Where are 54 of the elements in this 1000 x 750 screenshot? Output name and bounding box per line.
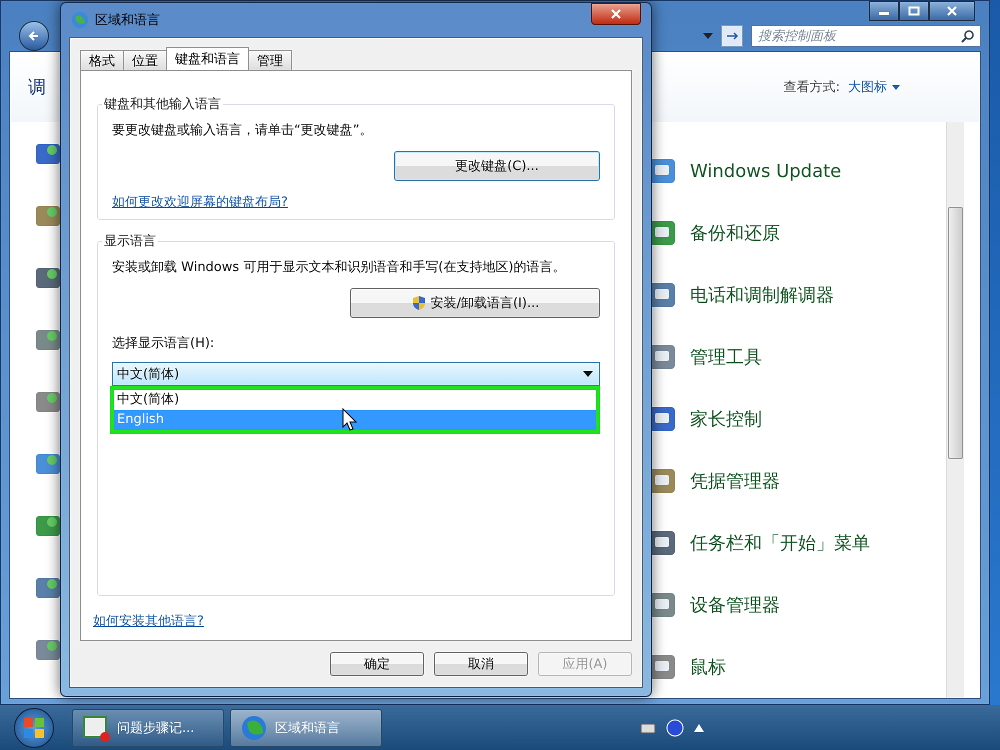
search-field[interactable]: 搜索控制面板 — [751, 25, 981, 47]
close-icon — [946, 6, 958, 16]
refresh-button[interactable] — [721, 25, 743, 47]
applet-link[interactable]: 任务栏和「开始」菜单 — [690, 531, 870, 555]
dropdown-option[interactable]: 中文(简体) — [114, 390, 596, 410]
tab[interactable]: 键盘和语言 — [166, 47, 249, 70]
maximize-icon — [908, 6, 920, 16]
description-text: 安装或卸载 Windows 可用于显示文本和识别语音和手写(在支持地区)的语言。 — [112, 259, 566, 277]
window-title: 区域和语言 — [95, 12, 160, 29]
keyboard-icon[interactable] — [640, 722, 656, 734]
tab[interactable]: 位置 — [123, 50, 167, 70]
back-arrow-icon — [27, 29, 41, 43]
group-title: 显示语言 — [103, 233, 157, 250]
field-label: 选择显示语言(H): — [112, 335, 214, 352]
dropdown-arrow-icon[interactable] — [703, 33, 713, 39]
maximize-button[interactable] — [899, 1, 929, 21]
arrow-icon — [725, 30, 739, 42]
globe-icon — [71, 11, 89, 29]
help-link[interactable]: 如何更改欢迎屏幕的键盘布局? — [112, 193, 288, 211]
help-link[interactable]: 如何安装其他语言? — [93, 612, 204, 630]
start-button[interactable] — [14, 708, 54, 748]
change-keyboard-button[interactable]: 更改键盘(C)... — [394, 151, 600, 181]
tab[interactable]: 管理 — [248, 50, 292, 70]
applet-link[interactable]: 凭据管理器 — [690, 469, 780, 493]
view-by-link[interactable]: 大图标 — [848, 78, 887, 96]
applet-link[interactable]: 设备管理器 — [690, 593, 780, 617]
install-language-button[interactable]: 安装/卸载语言(I)... — [350, 288, 600, 318]
help-icon[interactable] — [666, 718, 684, 736]
dropdown-arrow-icon — [583, 371, 593, 377]
taskbar-button[interactable]: 问题步骤记... — [72, 708, 224, 746]
caret-icon[interactable] — [892, 84, 900, 90]
view-by-label: 查看方式: — [784, 79, 840, 96]
applet-link[interactable]: 管理工具 — [690, 345, 762, 369]
tab[interactable]: 格式 — [80, 50, 124, 70]
applet-link[interactable]: Windows Update — [690, 160, 842, 182]
dialog-button[interactable]: 取消 — [434, 652, 528, 676]
close-icon — [610, 9, 622, 19]
page-heading: 调 — [28, 76, 46, 99]
applet-link[interactable]: 电话和调制解调器 — [690, 283, 834, 307]
shield-icon — [410, 295, 427, 311]
close-button[interactable] — [591, 3, 641, 25]
up-arrow-icon[interactable] — [694, 724, 704, 732]
scrollbar[interactable] — [946, 122, 964, 698]
instruction-text: 要更改键盘或输入语言，请单击“更改键盘”。 — [112, 122, 374, 140]
minimize-button[interactable] — [869, 1, 899, 21]
search-icon — [961, 29, 975, 43]
dialog-button[interactable]: 确定 — [330, 652, 424, 676]
back-button[interactable] — [19, 21, 49, 51]
applet-link[interactable]: 鼠标 — [690, 655, 726, 679]
applet-link[interactable]: 家长控制 — [690, 407, 762, 431]
close-button[interactable] — [929, 1, 975, 21]
applet-link[interactable]: 备份和还原 — [690, 221, 780, 245]
language-dropdown[interactable]: 中文(简体) — [112, 362, 600, 386]
group-title: 键盘和其他输入语言 — [103, 96, 222, 113]
